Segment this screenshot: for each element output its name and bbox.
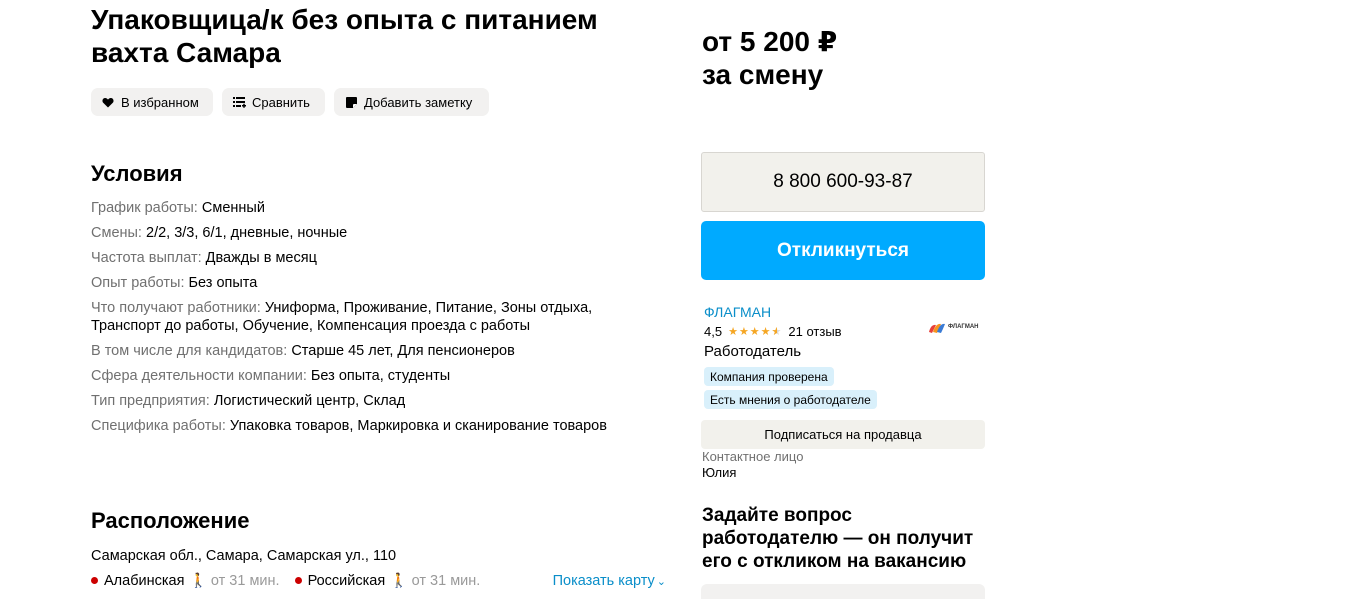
- condition-value: Сменный: [201, 200, 265, 216]
- location-title: Расположение: [91, 508, 250, 533]
- compare-icon: [232, 95, 246, 109]
- flag-logo-icon: [928, 321, 946, 333]
- condition-value: Упаковка товаров, Маркировка и сканирова…: [229, 418, 607, 434]
- show-map-label: Показать карту: [552, 572, 655, 589]
- company-rating: 4,5 ★★★★★★ 21 отзыв: [704, 324, 842, 339]
- logo-text: ФЛАГМАН: [948, 324, 979, 330]
- condition-value: Дважды в месяц: [205, 250, 317, 266]
- condition-value: Старше 45 лет, Для пенсионеров: [291, 343, 515, 359]
- walking-icon: 🚶: [189, 572, 207, 588]
- employer-role: Работодатель: [704, 343, 802, 360]
- chevron-down-icon: ⌄: [656, 575, 666, 588]
- vacancy-actions: В избранном Сравнить Добавить заметку: [91, 88, 489, 116]
- add-note-label: Добавить заметку: [364, 94, 473, 110]
- condition-row: В том числе для кандидатов: Старше 45 ле…: [91, 342, 651, 360]
- show-map-link[interactable]: Показать карту ⌄: [553, 573, 666, 589]
- salary-period: за смену: [702, 59, 824, 90]
- condition-value: 2/2, 3/3, 6/1, дневные, ночные: [146, 225, 348, 241]
- reviews-link[interactable]: 21 отзыв: [788, 324, 841, 339]
- company-name-link[interactable]: ФЛАГМАН: [704, 304, 771, 320]
- metro-time: от 31 мин.: [411, 572, 481, 589]
- condition-label: Сфера деятельности компании:: [91, 368, 307, 384]
- metro-list: Алабинская 🚶 от 31 мин. Российская 🚶 от …: [91, 572, 666, 589]
- phone-button[interactable]: 8 800 600-93-87: [701, 152, 985, 212]
- condition-label: Смены:: [91, 225, 142, 241]
- rating-value: 4,5: [704, 324, 723, 339]
- metro-line-dot: [91, 577, 98, 584]
- condition-row: Смены: 2/2, 3/3, 6/1, дневные, ночные: [91, 224, 651, 242]
- favorite-button[interactable]: В избранном: [91, 88, 213, 116]
- condition-label: График работы:: [91, 200, 198, 216]
- condition-label: Частота выплат:: [91, 250, 202, 266]
- metro-time: от 31 мин.: [210, 572, 280, 589]
- condition-label: Специфика работы:: [91, 418, 226, 434]
- salary-amount: от 5 200 ₽: [702, 26, 838, 57]
- respond-button[interactable]: Откликнуться: [701, 221, 985, 280]
- condition-row: Тип предприятия: Логистический центр, Ск…: [91, 392, 651, 410]
- condition-value: Без опыта, студенты: [310, 368, 451, 384]
- metro-station: Российская: [307, 572, 386, 589]
- condition-label: Что получают работники:: [91, 300, 261, 316]
- condition-row: Сфера деятельности компании: Без опыта, …: [91, 367, 651, 385]
- condition-label: Опыт работы:: [91, 275, 185, 291]
- condition-row: Опыт работы: Без опыта: [91, 274, 651, 292]
- compare-label: Сравнить: [252, 94, 310, 110]
- conditions-title: Условия: [91, 161, 183, 186]
- compare-button[interactable]: Сравнить: [222, 88, 325, 116]
- star-rating-icon: ★★★★★★: [728, 326, 783, 338]
- add-note-button[interactable]: Добавить заметку: [334, 88, 489, 116]
- condition-row: Специфика работы: Упаковка товаров, Марк…: [91, 417, 651, 435]
- condition-row: Что получают работники: Униформа, Прожив…: [91, 299, 651, 335]
- condition-value: Без опыта: [188, 275, 258, 291]
- contact-person-name: Юлия: [702, 465, 737, 480]
- question-input[interactable]: [701, 584, 985, 599]
- vacancy-title: Упаковщица/к без опыта с питанием вахта …: [91, 4, 598, 68]
- condition-value: Логистический центр, Склад: [213, 393, 406, 409]
- opinions-badge: Есть мнения о работодателе: [704, 390, 877, 409]
- contact-person-label: Контактное лицо: [702, 449, 804, 464]
- walking-icon: 🚶: [390, 572, 408, 588]
- company-logo[interactable]: ФЛАГМАН: [928, 316, 980, 338]
- metro-station: Алабинская: [104, 572, 185, 589]
- condition-row: График работы: Сменный: [91, 199, 651, 217]
- metro-line-dot: [294, 577, 302, 584]
- condition-label: Тип предприятия:: [91, 393, 210, 409]
- address-text: Самарская обл., Самара, Самарская ул., 1…: [91, 548, 397, 564]
- condition-label: В том числе для кандидатов:: [91, 343, 288, 359]
- verified-badge: Компания проверена: [704, 367, 834, 386]
- subscribe-button[interactable]: Подписаться на продавца: [701, 420, 985, 449]
- note-icon: [344, 95, 358, 109]
- salary: от 5 200 ₽ за смену: [702, 25, 837, 91]
- heart-icon: [101, 95, 115, 109]
- conditions-list: График работы: Сменный Смены: 2/2, 3/3, …: [91, 199, 651, 442]
- ask-question-title: Задайте вопрос работодателю — он получит…: [702, 505, 974, 572]
- favorite-label: В избранном: [121, 94, 199, 110]
- condition-row: Частота выплат: Дважды в месяц: [91, 249, 651, 267]
